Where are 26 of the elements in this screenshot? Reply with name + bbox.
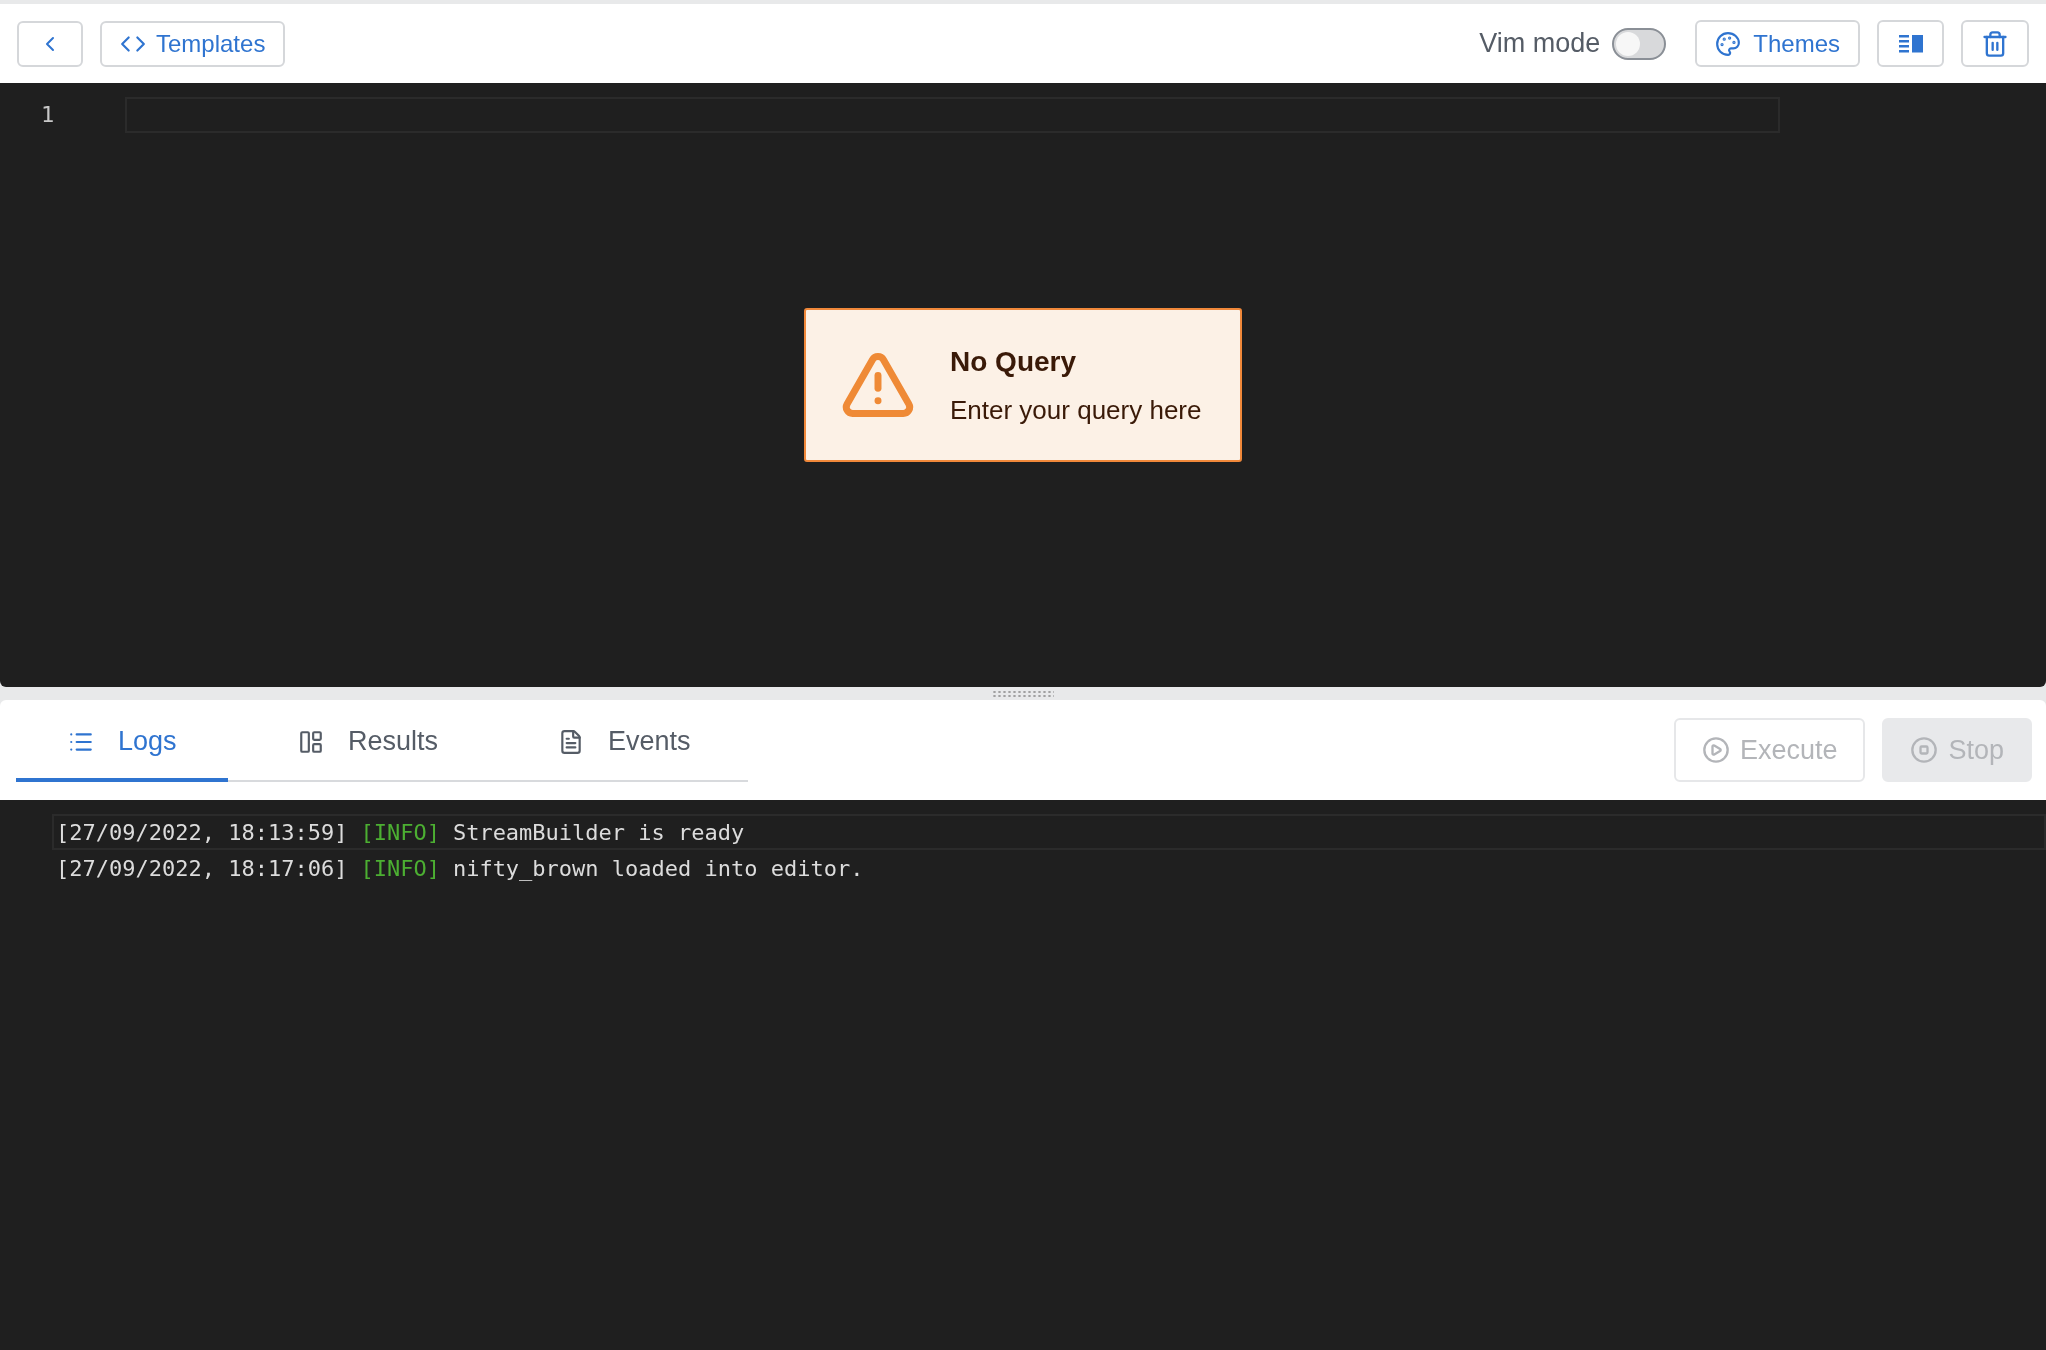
log-level: [INFO]	[360, 818, 440, 847]
vim-mode-label: Vim mode	[1479, 27, 1601, 61]
themes-button[interactable]: Themes	[1695, 20, 1860, 67]
alert-title: No Query	[950, 344, 1078, 379]
trash-icon	[1981, 29, 2009, 58]
palette-icon	[1715, 30, 1742, 57]
alert-message: Enter your query here	[950, 393, 1202, 427]
delete-button[interactable]	[1961, 20, 2029, 67]
results-icon	[298, 728, 324, 755]
panel-tab[interactable]: Logs	[16, 705, 228, 782]
events-icon	[558, 728, 584, 755]
play-icon	[1701, 736, 1730, 764]
log-timestamp: [27/09/2022, 18:17:06]	[56, 854, 348, 883]
log-message: nifty_brown loaded into editor.	[452, 854, 864, 883]
panel-tab[interactable]: Events	[488, 705, 748, 782]
columns-icon	[1898, 33, 1923, 54]
code-editor[interactable]: 1 No Query Enter your query here	[0, 83, 2046, 687]
log-timestamp: [27/09/2022, 18:13:59]	[56, 818, 348, 847]
layout-button[interactable]	[1877, 20, 1944, 67]
panel-tab[interactable]: Results	[228, 705, 488, 782]
line-number: 1	[40, 101, 55, 129]
log-message: StreamBuilder is ready	[452, 818, 745, 847]
log-level: [INFO]	[360, 854, 440, 883]
templates-button[interactable]: Templates	[100, 20, 286, 67]
stop-icon	[1910, 736, 1939, 764]
vim-mode-toggle[interactable]	[1612, 27, 1667, 60]
